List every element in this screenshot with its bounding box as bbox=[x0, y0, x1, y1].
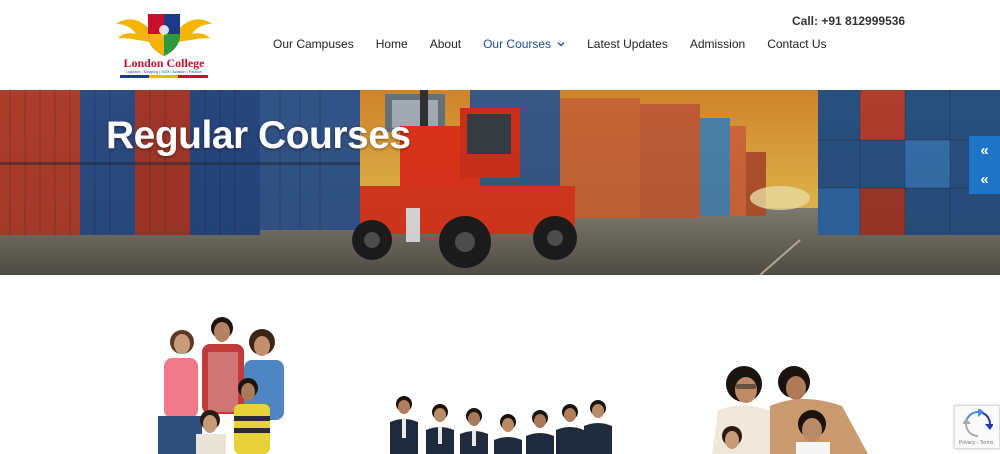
nav-item-our-campuses[interactable]: Our Campuses bbox=[273, 37, 354, 51]
nav-item-home[interactable]: Home bbox=[376, 37, 408, 51]
logo-name: London College bbox=[123, 56, 205, 70]
site-header: London College Logistics | Shipping | SC… bbox=[0, 0, 1000, 90]
logo-stripe bbox=[120, 75, 208, 78]
college-logo[interactable]: London College Logistics | Shipping | SC… bbox=[112, 8, 216, 78]
suited-students-image[interactable] bbox=[384, 394, 616, 454]
side-toggle-button-1[interactable]: « bbox=[969, 136, 1000, 165]
nav-item-about[interactable]: About bbox=[430, 37, 461, 51]
chevron-down-icon bbox=[557, 42, 565, 47]
students-group-image[interactable] bbox=[150, 312, 310, 454]
call-phone-link[interactable]: Call: +91 812999536 bbox=[792, 14, 905, 28]
recaptcha-badge[interactable]: Privacy - Terms bbox=[954, 405, 1000, 449]
main-nav: Our Campuses Home About Our Courses Late… bbox=[273, 37, 827, 51]
nav-item-contact-us[interactable]: Contact Us bbox=[767, 37, 826, 51]
hero-banner: Regular Courses bbox=[0, 90, 1000, 275]
logo-tagline: Logistics | Shipping | SCM | Aviation | … bbox=[126, 70, 202, 74]
nav-item-our-courses[interactable]: Our Courses bbox=[483, 37, 565, 51]
nav-item-our-courses-label: Our Courses bbox=[483, 37, 552, 51]
nav-item-admission[interactable]: Admission bbox=[690, 37, 745, 51]
logo-crest-icon bbox=[116, 14, 212, 56]
recaptcha-icon bbox=[963, 409, 993, 437]
double-chevron-left-icon: « bbox=[980, 142, 989, 159]
recaptcha-privacy-terms-link[interactable]: Privacy - Terms bbox=[959, 440, 993, 446]
nav-item-latest-updates[interactable]: Latest Updates bbox=[587, 37, 668, 51]
side-toggle-button-2[interactable]: « bbox=[969, 165, 1000, 194]
double-chevron-left-icon: « bbox=[980, 171, 989, 188]
page-title: Regular Courses bbox=[106, 114, 411, 157]
students-laptop-image[interactable] bbox=[692, 362, 872, 454]
